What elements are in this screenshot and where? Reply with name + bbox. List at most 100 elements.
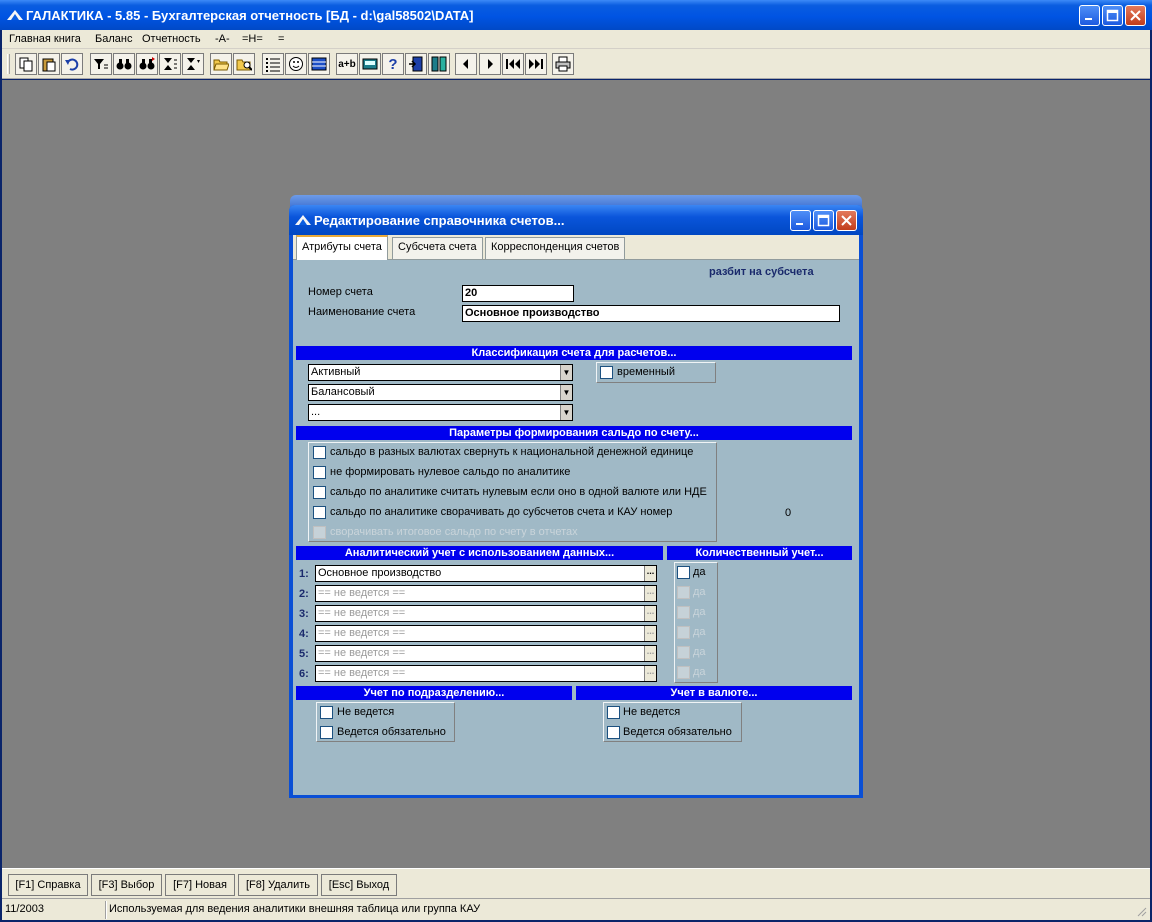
user-button[interactable] xyxy=(285,53,307,75)
ellipsis-icon[interactable]: ... xyxy=(644,606,656,621)
analytics-row-number-5: 5: xyxy=(299,648,309,660)
triangle-right-icon xyxy=(488,59,493,69)
browse-button[interactable] xyxy=(233,53,255,75)
account-name-field[interactable]: Основное производство xyxy=(462,305,840,322)
paste-button[interactable] xyxy=(38,53,60,75)
list-button[interactable] xyxy=(262,53,284,75)
temporary-checkbox[interactable] xyxy=(600,366,613,379)
maximize-button[interactable] xyxy=(1102,5,1123,26)
analytics-row-number-1: 1: xyxy=(299,568,309,580)
fast-forward-icon xyxy=(529,59,543,69)
status-message: Используемая для ведения аналитики внешн… xyxy=(109,903,481,915)
print-button[interactable] xyxy=(552,53,574,75)
next-button[interactable] xyxy=(479,53,501,75)
tab-subaccounts[interactable]: Субсчета счета xyxy=(392,237,483,259)
menu-a[interactable]: -A- xyxy=(215,33,230,45)
first-button[interactable] xyxy=(502,53,524,75)
table-button[interactable] xyxy=(308,53,330,75)
saldo-option-checkbox-2[interactable] xyxy=(313,466,326,479)
analytics-field-6[interactable]: == не ведется == ... xyxy=(315,665,657,682)
division-mandatory-checkbox[interactable] xyxy=(320,726,333,739)
f3-select-button[interactable]: [F3] Выбор xyxy=(91,874,162,896)
tab-account-attributes[interactable]: Атрибуты счета xyxy=(296,235,388,260)
esc-exit-button[interactable]: [Esc] Выход xyxy=(321,874,397,896)
ellipsis-icon[interactable]: ... xyxy=(644,646,656,661)
list-icon xyxy=(266,58,280,72)
undo-button[interactable] xyxy=(61,53,83,75)
account-name-label: Наименование счета xyxy=(308,306,416,318)
analytics-header: Аналитический учет с использованием данн… xyxy=(296,546,663,560)
analytics-field-3[interactable]: == не ведется == ... xyxy=(315,605,657,622)
chevron-down-icon[interactable]: ▼ xyxy=(560,385,572,400)
ellipsis-icon[interactable]: ... xyxy=(644,666,656,681)
rewind-icon xyxy=(506,59,520,69)
saldo-option-checkbox-3[interactable] xyxy=(313,486,326,499)
open-button[interactable] xyxy=(210,53,232,75)
dialog-close-button[interactable] xyxy=(836,210,857,231)
quantity-checkbox-1[interactable] xyxy=(677,566,690,579)
last-button[interactable] xyxy=(525,53,547,75)
status-separator xyxy=(105,901,107,919)
menu-reporting[interactable]: Отчетность xyxy=(142,33,201,45)
copy-button[interactable] xyxy=(15,53,37,75)
prev-button[interactable] xyxy=(455,53,477,75)
menu-equals[interactable]: = xyxy=(278,33,284,45)
account-number-field[interactable]: 20 xyxy=(462,285,574,302)
currency-mandatory-checkbox[interactable] xyxy=(607,726,620,739)
division-not-kept-checkbox[interactable] xyxy=(320,706,333,719)
dialog-minimize-button[interactable] xyxy=(790,210,811,231)
sort-button[interactable] xyxy=(159,53,181,75)
chevron-down-icon[interactable]: ▼ xyxy=(560,365,572,380)
tab-correspondence[interactable]: Корреспонденция счетов xyxy=(485,237,626,259)
division-mandatory-label: Ведется обязательно xyxy=(337,726,446,738)
ellipsis-icon[interactable]: ... xyxy=(644,626,656,641)
f8-delete-button[interactable]: [F8] Удалить xyxy=(238,874,318,896)
exit-door-button[interactable] xyxy=(405,53,427,75)
minimize-button[interactable] xyxy=(1079,5,1100,26)
filter-button[interactable] xyxy=(90,53,112,75)
menu-general-ledger[interactable]: Главная книга xyxy=(9,33,81,45)
columns-icon xyxy=(431,56,447,72)
analytics-row-number-2: 2: xyxy=(299,588,309,600)
analytics-field-1[interactable]: Основное производство ... xyxy=(315,565,657,582)
balance-type-select[interactable]: Балансовый ▼ xyxy=(308,384,573,401)
galaktika-logo-icon xyxy=(295,215,311,225)
menu-h[interactable]: =H= xyxy=(242,33,263,45)
aplusb-button[interactable]: a+b xyxy=(336,53,358,75)
dialog-title-bar[interactable]: Редактирование справочника счетов... xyxy=(289,205,863,235)
analytics-field-4[interactable]: == не ведется == ... xyxy=(315,625,657,642)
main-title-bar[interactable]: ГАЛАКТИКА - 5.85 - Бухгалтерская отчетно… xyxy=(0,0,1152,30)
saldo-option-label-2: не формировать нулевое сальдо по аналити… xyxy=(330,466,571,478)
calculator-button[interactable] xyxy=(359,53,381,75)
toolbar-grip[interactable] xyxy=(7,54,10,74)
sort-filter-button[interactable] xyxy=(182,53,204,75)
menu-balance[interactable]: Баланс xyxy=(95,33,132,45)
filter-icon xyxy=(94,59,108,69)
smiley-icon xyxy=(289,57,303,71)
account-type-select[interactable]: Активный ▼ xyxy=(308,364,573,381)
saldo-option-checkbox-4[interactable] xyxy=(313,506,326,519)
chevron-down-icon[interactable]: ▼ xyxy=(560,405,572,420)
search-button[interactable] xyxy=(113,53,135,75)
calculator-icon xyxy=(362,58,378,70)
third-classification-select[interactable]: ... ▼ xyxy=(308,404,573,421)
saldo-option-label-3: сальдо по аналитике считать нулевым если… xyxy=(330,486,707,498)
analytics-field-2[interactable]: == не ведется == ... xyxy=(315,585,657,602)
toolbar: a+b ? xyxy=(2,49,1150,79)
analytics-field-5[interactable]: == не ведется == ... xyxy=(315,645,657,662)
currency-mandatory-label: Ведется обязательно xyxy=(623,726,732,738)
resize-grip-icon[interactable] xyxy=(1135,905,1147,917)
f1-help-button[interactable]: [F1] Справка xyxy=(8,874,88,896)
dialog-maximize-button[interactable] xyxy=(813,210,834,231)
columns-button[interactable] xyxy=(428,53,450,75)
function-key-bar: [F1] Справка [F3] Выбор [F7] Новая [F8] … xyxy=(2,868,1150,898)
currency-not-kept-checkbox[interactable] xyxy=(607,706,620,719)
quantity-header: Количественный учет... xyxy=(667,546,852,560)
saldo-option-checkbox-1[interactable] xyxy=(313,446,326,459)
help-button[interactable]: ? xyxy=(382,53,404,75)
ellipsis-icon[interactable]: ... xyxy=(644,586,656,601)
ellipsis-icon[interactable]: ... xyxy=(644,566,656,581)
search-next-button[interactable] xyxy=(136,53,158,75)
f7-new-button[interactable]: [F7] Новая xyxy=(165,874,235,896)
close-button[interactable] xyxy=(1125,5,1146,26)
